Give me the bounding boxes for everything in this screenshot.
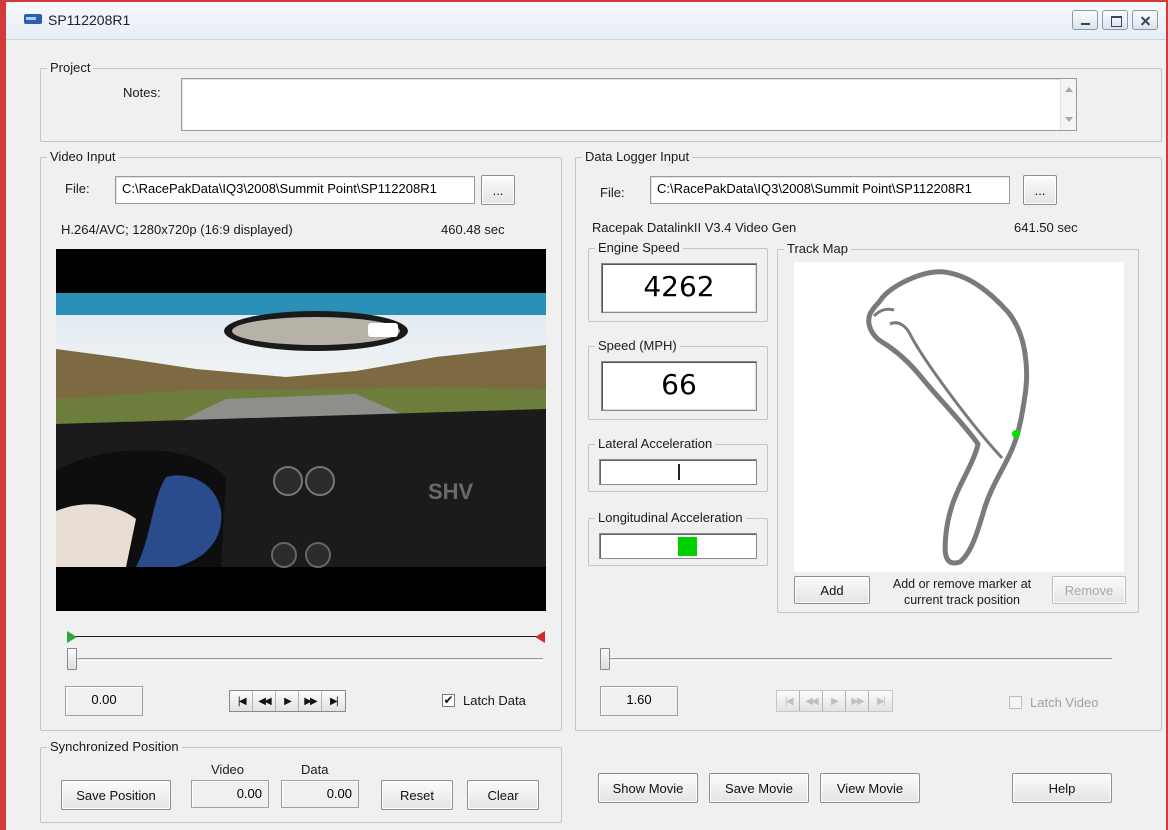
speed-value: 66 (601, 361, 757, 411)
video-frame-image: SHV (56, 249, 546, 611)
close-button[interactable] (1132, 10, 1158, 30)
rewind-icon[interactable]: ◀◀ (253, 691, 276, 711)
lateral-accel-indicator (678, 464, 680, 480)
range-end-marker[interactable] (535, 631, 545, 643)
video-codec-info: H.264/AVC; 1280x720p (16:9 displayed) (61, 222, 293, 237)
lateral-accel-bar (599, 459, 757, 485)
video-transport-controls: |◀ ◀◀ ▶ ▶▶ ▶| (229, 690, 346, 712)
svg-text:SHV: SHV (428, 479, 474, 504)
longitudinal-accel-indicator (678, 537, 697, 556)
app-icon (24, 14, 42, 24)
video-frame: SHV (56, 249, 546, 611)
video-range-line (73, 636, 543, 637)
show-movie-button[interactable]: Show Movie (598, 773, 698, 803)
track-map-legend: Track Map (784, 241, 851, 257)
video-position-readout: 0.00 (65, 686, 143, 716)
view-movie-button[interactable]: View Movie (820, 773, 920, 803)
data-logger-legend: Data Logger Input (582, 149, 693, 165)
longitudinal-accel-legend: Longitudinal Acceleration (595, 510, 746, 526)
sync-position-legend: Synchronized Position (47, 739, 182, 755)
latch-data-checkbox[interactable]: ✔ (442, 694, 455, 707)
notes-label: Notes: (123, 85, 161, 100)
video-trackbar[interactable] (67, 658, 543, 661)
last-frame-icon[interactable]: ▶| (869, 691, 892, 711)
engine-speed-value: 4262 (601, 263, 757, 313)
engine-speed-group: Engine Speed 4262 (588, 240, 768, 322)
save-movie-button[interactable]: Save Movie (709, 773, 809, 803)
track-outline (866, 269, 1030, 566)
lateral-accel-group: Lateral Acceleration (588, 436, 768, 492)
data-source-info: Racepak DatalinkII V3.4 Video Gen (592, 220, 797, 235)
lateral-accel-legend: Lateral Acceleration (595, 436, 716, 452)
latch-video-label: Latch Video (1030, 695, 1099, 710)
track-map-group: Track Map Add Add or remove marker at cu… (777, 241, 1139, 613)
video-browse-button[interactable]: ... (481, 175, 515, 205)
add-marker-button[interactable]: Add (794, 576, 870, 604)
video-trackbar-thumb[interactable] (67, 648, 77, 670)
sync-data-value: 0.00 (281, 780, 359, 808)
play-icon[interactable]: ▶ (276, 691, 299, 711)
play-icon[interactable]: ▶ (823, 691, 846, 711)
notes-textarea[interactable] (181, 78, 1077, 131)
project-group: Project Notes: (40, 60, 1162, 142)
title-bar: SP112208R1 (6, 2, 1166, 40)
engine-speed-legend: Engine Speed (595, 240, 683, 256)
minimize-button[interactable] (1072, 10, 1098, 30)
data-transport-controls: |◀ ◀◀ ▶ ▶▶ ▶| (776, 690, 893, 712)
first-frame-icon[interactable]: |◀ (230, 691, 253, 711)
maximize-button[interactable] (1102, 10, 1128, 30)
video-file-field[interactable]: C:\RacePakData\IQ3\2008\Summit Point\SP1… (115, 176, 475, 204)
range-start-marker[interactable] (67, 631, 77, 643)
track-position-marker (1012, 430, 1020, 438)
rewind-icon[interactable]: ◀◀ (800, 691, 823, 711)
data-position-readout: 1.60 (600, 686, 678, 716)
video-input-legend: Video Input (47, 149, 119, 165)
fast-forward-icon[interactable]: ▶▶ (299, 691, 322, 711)
reset-button[interactable]: Reset (381, 780, 453, 810)
data-duration: 641.50 sec (1014, 220, 1078, 235)
notes-scrollbar[interactable] (1060, 79, 1076, 130)
data-file-label: File: (600, 185, 625, 200)
track-map-hint: Add or remove marker at current track po… (892, 577, 1032, 607)
video-input-group: Video Input File: C:\RacePakData\IQ3\200… (40, 149, 562, 731)
track-map-canvas[interactable] (794, 262, 1124, 572)
speed-legend: Speed (MPH) (595, 338, 680, 354)
video-duration: 460.48 sec (441, 222, 505, 237)
sync-video-label: Video (211, 762, 245, 777)
remove-marker-button[interactable]: Remove (1052, 576, 1126, 604)
speed-group: Speed (MPH) 66 (588, 338, 768, 420)
video-file-label: File: (65, 181, 90, 196)
data-browse-button[interactable]: ... (1023, 175, 1057, 205)
app-window: SP112208R1 Project Notes: Video Input Fi… (0, 0, 1168, 830)
help-button[interactable]: Help (1012, 773, 1112, 803)
longitudinal-accel-group: Longitudinal Acceleration (588, 510, 768, 566)
clear-button[interactable]: Clear (467, 780, 539, 810)
data-trackbar[interactable] (600, 658, 1112, 661)
data-logger-group: Data Logger Input File: C:\RacePakData\I… (575, 149, 1162, 731)
window-title: SP112208R1 (48, 12, 131, 28)
latch-video-checkbox[interactable] (1009, 696, 1022, 709)
save-position-button[interactable]: Save Position (61, 780, 171, 810)
longitudinal-accel-bar (599, 533, 757, 559)
data-file-field[interactable]: C:\RacePakData\IQ3\2008\Summit Point\SP1… (650, 176, 1010, 204)
sync-position-group: Synchronized Position Save Position Vide… (40, 739, 562, 823)
fast-forward-icon[interactable]: ▶▶ (846, 691, 869, 711)
sync-data-label: Data (301, 762, 329, 777)
data-trackbar-thumb[interactable] (600, 648, 610, 670)
project-legend: Project (47, 60, 94, 76)
latch-data-label: Latch Data (463, 693, 526, 708)
first-frame-icon[interactable]: |◀ (777, 691, 800, 711)
sync-video-value: 0.00 (191, 780, 269, 808)
last-frame-icon[interactable]: ▶| (322, 691, 345, 711)
